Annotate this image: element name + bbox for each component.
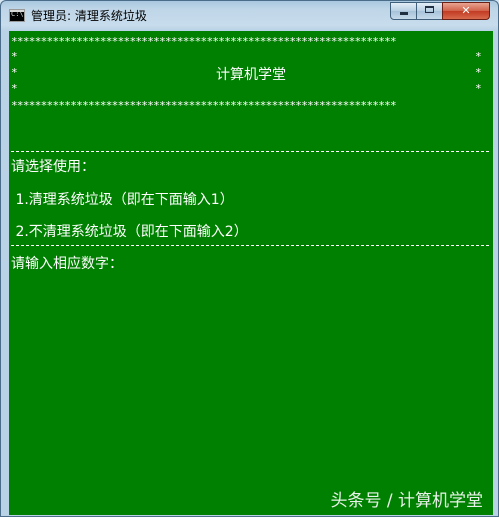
close-icon: ✕ — [461, 4, 471, 17]
star-border-bottom: ****************************************… — [11, 99, 397, 112]
watermark: 头条号 / 计算机学堂 — [330, 491, 483, 511]
maximize-button[interactable] — [416, 2, 443, 20]
star-edge-left-1: * — [11, 50, 18, 63]
star-border-top: ****************************************… — [11, 35, 397, 48]
maximize-icon — [425, 6, 434, 13]
console-icon[interactable]: C:\ — [9, 9, 25, 22]
star-edge-left-3: * — [11, 82, 18, 95]
title-bar[interactable]: C:\ 管理员: 清理系统垃圾 ✕ — [1, 1, 498, 29]
prompt-input[interactable]: 请输入相应数字： — [11, 256, 123, 272]
minimize-icon — [399, 12, 408, 15]
divider-top — [11, 151, 489, 152]
minimize-button[interactable] — [390, 2, 417, 20]
option-2: 2.不清理系统垃圾（即在下面输入2） — [11, 224, 248, 240]
console-output[interactable]: ****************************************… — [9, 31, 493, 515]
window-title: 管理员: 清理系统垃圾 — [31, 9, 147, 23]
divider-bottom — [11, 245, 489, 246]
star-edge-right-3: * — [475, 82, 482, 95]
close-button[interactable]: ✕ — [442, 2, 490, 20]
console-heading: 计算机学堂 — [216, 67, 286, 83]
prompt-choose: 请选择使用： — [11, 159, 95, 175]
star-edge-right-1: * — [475, 50, 482, 63]
console-window: C:\ 管理员: 清理系统垃圾 ✕ **********************… — [0, 0, 499, 517]
option-1: 1.清理系统垃圾（即在下面输入1） — [11, 192, 234, 208]
